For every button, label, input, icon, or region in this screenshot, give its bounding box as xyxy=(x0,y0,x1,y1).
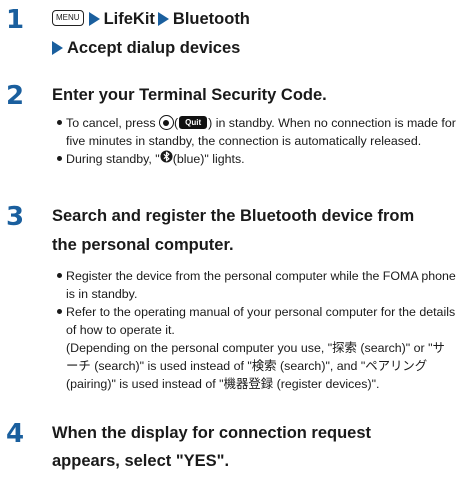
arrow-icon xyxy=(88,11,100,26)
bullet-list: To cancel, press (Quit) in standby. When… xyxy=(57,114,457,169)
step-title: Search and register the Bluetooth device… xyxy=(52,207,415,225)
text: Refer to the operating manual of your pe… xyxy=(66,305,456,337)
bullet-item: During standby, " (blue)" lights. xyxy=(57,150,457,169)
menu-key-icon: MENU xyxy=(52,9,84,26)
step-title: MENU LifeKit Bluetooth xyxy=(52,6,250,32)
bullet-dot xyxy=(57,309,62,314)
text: (blue)" lights. xyxy=(172,152,245,166)
arrow-icon xyxy=(157,11,169,26)
bullet-item: To cancel, press (Quit) in standby. When… xyxy=(57,114,457,150)
step-number: 4 xyxy=(6,419,25,449)
bullet-item: Register the device from the personal co… xyxy=(57,267,457,303)
step-title-line2: Accept dialup devices xyxy=(52,35,240,61)
text: Register the device from the personal co… xyxy=(66,269,456,301)
path-item: Bluetooth xyxy=(172,10,250,28)
quit-softkey-icon: Quit xyxy=(179,116,208,130)
step-number: 3 xyxy=(6,202,25,232)
text: ( xyxy=(173,116,179,130)
text: ) xyxy=(208,116,213,130)
step-title: Enter your Terminal Security Code. xyxy=(52,86,327,104)
step-title-line2: the personal computer. xyxy=(52,236,234,254)
step-number: 1 xyxy=(6,5,25,35)
bullet-note: (Depending on the personal computer you … xyxy=(57,339,457,393)
bullet-item: Refer to the operating manual of your pe… xyxy=(57,303,457,339)
center-key-icon xyxy=(158,115,174,131)
text: During standby, " xyxy=(66,152,160,166)
arrow-icon xyxy=(52,40,63,55)
step-title: When the display for connection request xyxy=(52,424,372,442)
bluetooth-icon xyxy=(160,150,173,168)
step-number: 2 xyxy=(6,81,25,111)
text: To cancel, press xyxy=(66,116,156,130)
step-title-line2: appears, select "YES". xyxy=(52,452,230,470)
bullet-dot xyxy=(57,120,62,125)
path-item: LifeKit xyxy=(103,10,155,28)
text: (Depending on the personal computer you … xyxy=(66,341,445,391)
bullet-dot xyxy=(57,156,62,161)
bullet-dot xyxy=(57,273,62,278)
path-item: Accept dialup devices xyxy=(67,39,241,57)
bullet-list: Register the device from the personal co… xyxy=(57,267,457,393)
